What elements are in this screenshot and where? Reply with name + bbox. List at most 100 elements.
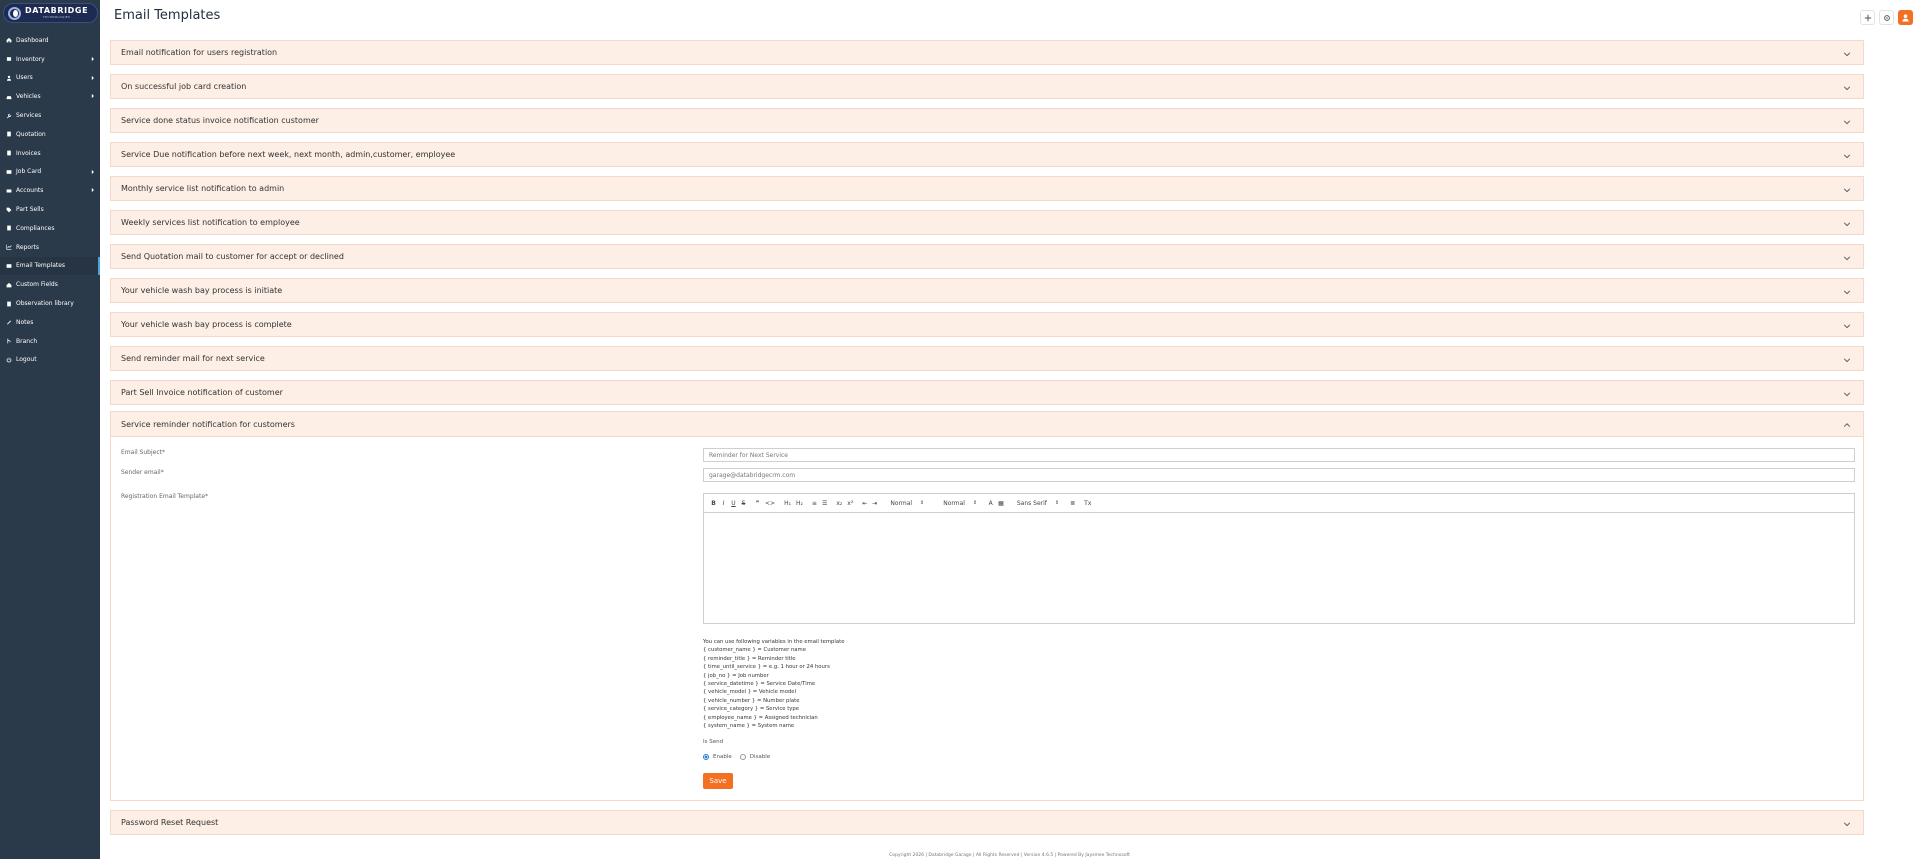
template-variable-item: { service_datetime } = Service Date/Time <box>703 681 816 688</box>
strike-button[interactable]: S <box>741 500 746 507</box>
avatar-person-icon <box>1902 14 1909 22</box>
sidebar-item-job-card[interactable]: Job Card <box>0 163 100 182</box>
sidebar-item-branch[interactable]: Branch <box>0 332 100 351</box>
gear-icon <box>1883 14 1890 21</box>
chevron-right-icon <box>91 56 94 61</box>
sidebar-item-label: Accounts <box>16 187 44 195</box>
header-select[interactable]: Normal ⇕ <box>943 500 977 507</box>
chevron-up-icon <box>1843 423 1851 427</box>
chevron-down-icon <box>1843 822 1851 827</box>
accordion-item[interactable]: Send Quotation mail to customer for acce… <box>110 244 1864 269</box>
indent-button[interactable]: ⇥ <box>872 500 877 507</box>
sidebar-item-services[interactable]: Services <box>0 106 100 125</box>
template-variable-item: { reminder_title } = Reminder title <box>703 655 796 662</box>
email-template-editor: B I U S ❞ <> H₁ H₂ ≡ ☰ x₂ x² ⇤ ⇥ Normal … <box>703 493 1855 624</box>
disable-radio[interactable] <box>739 754 746 760</box>
vars-list: { customer_name } = Customer name{ remin… <box>703 646 844 730</box>
accordion-item[interactable]: Part Sell Invoice notification of custom… <box>110 380 1864 405</box>
brand-logo[interactable]: DATABRIDGE TECHNOLOGIES <box>3 3 98 23</box>
sidebar-item-quotation[interactable]: Quotation <box>0 125 100 144</box>
text-color-button[interactable]: A <box>988 500 993 507</box>
save-button[interactable]: Save <box>703 773 733 789</box>
add-button[interactable] <box>1860 10 1875 25</box>
sidebar-item-users[interactable]: Users <box>0 69 100 88</box>
book-icon <box>6 301 12 307</box>
select-arrows-icon: ⇕ <box>920 500 925 506</box>
accordion-open-header[interactable]: Service reminder notification for custom… <box>111 412 1863 437</box>
accordion-item[interactable]: Monthly service list notification to adm… <box>110 176 1864 201</box>
sidebar-item-notes[interactable]: Notes <box>0 313 100 332</box>
size-select-value: Normal <box>890 499 913 507</box>
sidebar-item-accounts[interactable]: Accounts <box>0 181 100 200</box>
tag-icon <box>6 207 12 213</box>
italic-button[interactable]: I <box>721 500 726 507</box>
subscript-button[interactable]: x₂ <box>836 500 842 507</box>
accordion-item[interactable]: On successful job card creation <box>110 74 1864 99</box>
sidebar-item-label: Quotation <box>16 130 46 138</box>
accordion-title: Service Due notification before next wee… <box>121 150 456 159</box>
sidebar-item-label: Compliances <box>16 224 55 232</box>
settings-button[interactable] <box>1879 10 1894 25</box>
chevron-down-icon <box>1843 290 1851 295</box>
sidebar-item-label: Email Templates <box>16 262 66 270</box>
font-select[interactable]: Sans Serif ⇕ <box>1017 500 1059 507</box>
underline-button[interactable]: U <box>731 500 736 507</box>
sidebar-item-label: Vehicles <box>16 93 41 101</box>
sidebar-item-inventory[interactable]: Inventory <box>0 50 100 69</box>
sidebar-item-logout[interactable]: Logout <box>0 351 100 370</box>
font-select-value: Sans Serif <box>1016 499 1047 507</box>
template-variable-item: { vehicle_model } = Vehicle model <box>703 689 797 696</box>
sender-email-input[interactable] <box>703 468 1855 482</box>
enable-radio[interactable] <box>703 754 709 760</box>
blockquote-button[interactable]: ❞ <box>755 500 760 507</box>
ordered-list-button[interactable]: ≡ <box>812 500 817 507</box>
background-color-button[interactable]: ▦ <box>998 500 1004 507</box>
sidebar-item-email-templates[interactable]: Email Templates <box>0 256 100 276</box>
email-subject-input[interactable] <box>703 448 1855 462</box>
outdent-button[interactable]: ⇤ <box>862 500 867 507</box>
accordion-item[interactable]: Your vehicle wash bay process is complet… <box>110 312 1864 337</box>
accordion-item[interactable]: Weekly services list notification to emp… <box>110 210 1864 235</box>
chevron-right-icon <box>91 188 94 193</box>
brand-name: DATABRIDGE <box>25 6 89 15</box>
chevron-down-icon <box>1843 324 1851 329</box>
bold-button[interactable]: B <box>711 500 716 507</box>
sidebar-item-dashboard[interactable]: Dashboard <box>0 31 100 50</box>
accordion-title: Part Sell Invoice notification of custom… <box>121 388 283 397</box>
email-icon <box>6 263 12 269</box>
align-button[interactable]: ≣ <box>1070 500 1075 507</box>
heading2-button[interactable]: H₂ <box>796 500 803 507</box>
sidebar-item-label: Observation library <box>16 300 74 308</box>
sidebar-item-observation-library[interactable]: Observation library <box>0 294 100 313</box>
accordion-item[interactable]: Your vehicle wash bay process is initiat… <box>110 278 1864 303</box>
file-icon <box>6 225 12 231</box>
branch-icon <box>6 338 12 344</box>
editor-body[interactable] <box>704 513 1854 623</box>
bullet-list-button[interactable]: ☰ <box>822 500 827 507</box>
clear-format-button[interactable]: Tx <box>1084 500 1091 507</box>
accordion-password-reset[interactable]: Password Reset Request <box>110 810 1864 835</box>
size-select[interactable]: Normal ⇕ <box>890 500 924 507</box>
sidebar-item-label: Job Card <box>16 168 42 176</box>
heading1-button[interactable]: H₁ <box>784 500 791 507</box>
template-variable-item: { employee_name } = Assigned technician <box>703 714 818 721</box>
accordion-title: Weekly services list notification to emp… <box>121 218 300 227</box>
sidebar-item-invoices[interactable]: Invoices <box>0 144 100 163</box>
chevron-down-icon <box>1843 256 1851 261</box>
sidebar-item-part-sells[interactable]: Part Sells <box>0 200 100 219</box>
accordion-item[interactable]: Send reminder mail for next service <box>110 346 1864 371</box>
superscript-button[interactable]: x² <box>847 500 853 507</box>
sidebar-item-custom-fields[interactable]: Custom Fields <box>0 275 100 294</box>
accordion-item[interactable]: Email notification for users registratio… <box>110 40 1864 65</box>
plus-icon <box>1864 14 1871 21</box>
accordion-item[interactable]: Service done status invoice notification… <box>110 108 1864 133</box>
sidebar: DATABRIDGE TECHNOLOGIES Dashboard Invento… <box>0 0 100 859</box>
sidebar-item-label: Part Sells <box>16 206 44 214</box>
accordion-item[interactable]: Service Due notification before next wee… <box>110 142 1864 167</box>
user-avatar[interactable] <box>1898 10 1913 25</box>
sidebar-item-reports[interactable]: Reports <box>0 238 100 257</box>
sidebar-item-compliances[interactable]: Compliances <box>0 219 100 238</box>
sidebar-item-vehicles[interactable]: Vehicles <box>0 87 100 106</box>
code-button[interactable]: <> <box>765 500 775 507</box>
template-variable-item: { service_category } = Service type <box>703 706 800 713</box>
